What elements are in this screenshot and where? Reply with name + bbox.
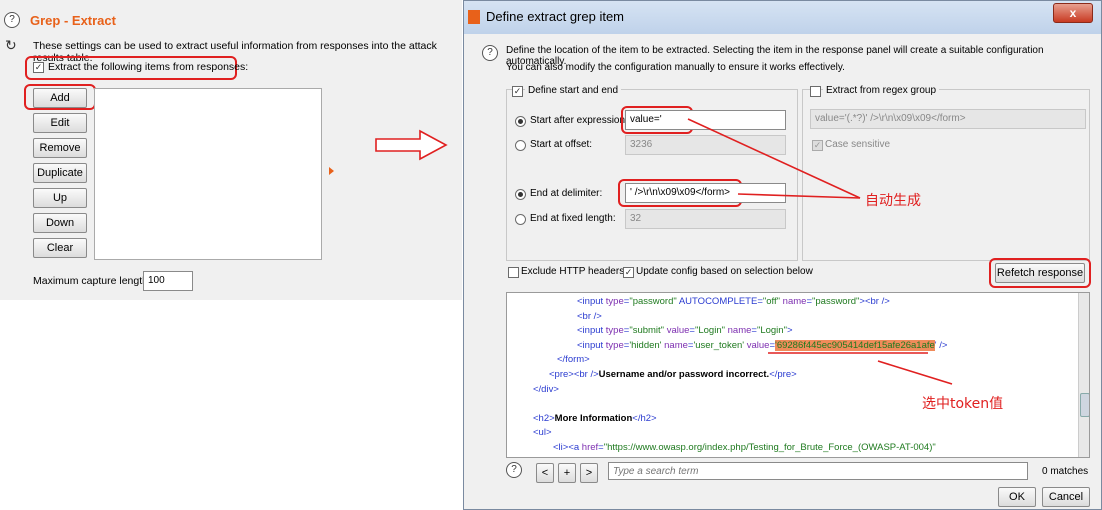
select-token-annotation: 选中token值: [922, 396, 1004, 412]
auto-generated-annotation: 自动生成: [865, 193, 921, 209]
annotation-lines: [687, 118, 953, 385]
